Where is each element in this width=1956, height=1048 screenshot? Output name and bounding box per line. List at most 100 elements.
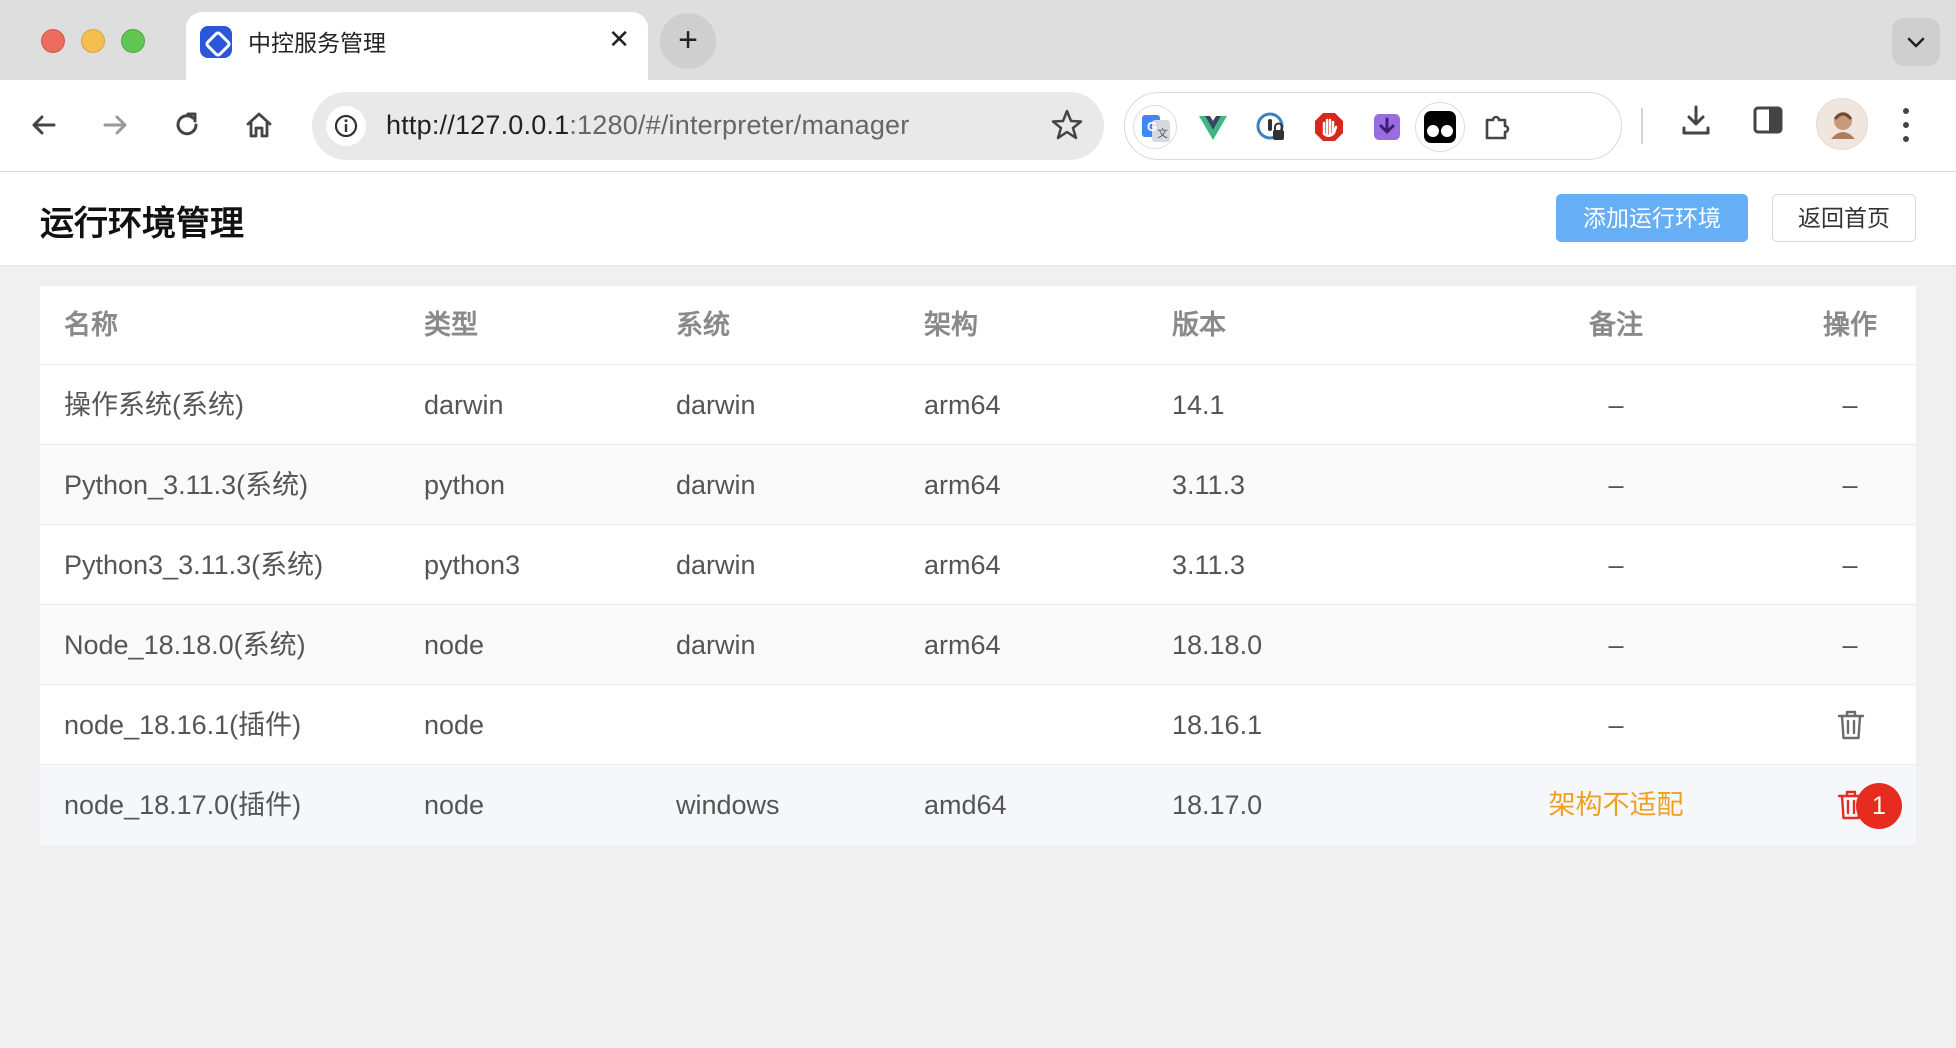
extensions-button[interactable] [1475, 105, 1519, 149]
cell-arch: arm64 [924, 390, 1001, 420]
runtime-table: 名称 类型 系统 架构 版本 备注 操作 操作系统(系统) darwin dar… [40, 286, 1916, 845]
forward-arrow-icon [103, 115, 127, 135]
column-header-actions: 操作 [1823, 310, 1877, 340]
browser-tab-active[interactable]: 中控服务管理 ✕ [186, 12, 648, 82]
cell-arch: amd64 [924, 790, 1007, 820]
cell-type: node [424, 790, 485, 820]
cell-arch: arm64 [924, 630, 1001, 660]
cell-note: – [1608, 710, 1624, 740]
url-host: http://127.0.0.1 [386, 110, 570, 140]
tab-search-button[interactable] [1892, 18, 1940, 66]
column-header-name: 名称 [64, 310, 118, 340]
svg-text:G: G [1147, 119, 1157, 134]
browser-toolbar: http://127.0.0.1:1280/#/interpreter/mana… [0, 80, 1956, 172]
cell-version: 18.18.0 [1172, 630, 1263, 660]
table-row: node_18.17.0(插件) node windows amd64 18.1… [40, 765, 1916, 845]
cell-actions: – [1842, 630, 1858, 660]
new-tab-button[interactable]: + [660, 13, 716, 69]
reload-button[interactable] [164, 102, 210, 148]
tab-title: 中控服务管理 [248, 30, 386, 56]
chevron-down-icon [1907, 37, 1925, 48]
downloader-extension[interactable] [1365, 105, 1409, 149]
table-row: node_18.16.1(插件) node 18.16.1 – [40, 685, 1916, 765]
window-minimize-button[interactable] [81, 29, 105, 53]
cell-arch: arm64 [924, 550, 1001, 580]
cell-system: darwin [676, 470, 756, 500]
cell-type: python [424, 470, 506, 500]
column-header-version: 版本 [1172, 310, 1226, 340]
cell-name: node_18.17.0(插件) [64, 790, 302, 820]
window-zoom-button[interactable] [121, 29, 145, 53]
column-header-type: 类型 [424, 310, 478, 340]
side-panel-icon[interactable] [1750, 102, 1786, 138]
cell-version: 18.16.1 [1172, 710, 1263, 740]
avatar-illustration-icon [1831, 112, 1855, 139]
password-manager-extension[interactable] [1249, 105, 1293, 149]
cell-actions: – [1842, 390, 1858, 420]
cell-name: Node_18.18.0(系统) [64, 630, 306, 660]
cell-note-warning: 架构不适配 [1548, 790, 1684, 820]
cell-actions: – [1842, 550, 1858, 580]
cell-version: 3.11.3 [1172, 550, 1246, 580]
star-icon[interactable] [1050, 108, 1084, 142]
url-text: http://127.0.0.1:1280/#/interpreter/mana… [386, 110, 909, 141]
table-row: Python_3.11.3(系统) python darwin arm64 3.… [40, 445, 1916, 525]
cell-version: 18.17.0 [1172, 790, 1263, 820]
cell-type: node [424, 710, 485, 740]
cell-system: windows [676, 790, 780, 820]
address-bar[interactable]: http://127.0.0.1:1280/#/interpreter/mana… [312, 92, 1104, 160]
svg-text:文: 文 [1157, 126, 1168, 140]
table-row: Python3_3.11.3(系统) python3 darwin arm64 … [40, 525, 1916, 605]
cell-actions: – [1842, 470, 1858, 500]
google-translate-icon: G 文 [1142, 115, 1170, 142]
browser-tab-strip: 中控服务管理 ✕ + [0, 0, 1956, 82]
cell-system: darwin [676, 390, 756, 420]
google-translate-extension[interactable]: G 文 [1133, 105, 1177, 149]
home-button[interactable] [236, 102, 282, 148]
extensions-puzzle-icon [1485, 115, 1510, 140]
password-manager-icon [1256, 112, 1284, 140]
forward-button[interactable] [92, 102, 138, 148]
cell-version: 14.1 [1172, 390, 1225, 420]
back-home-button[interactable]: 返回首页 [1772, 194, 1916, 242]
cell-note: – [1608, 630, 1624, 660]
add-runtime-button[interactable]: 添加运行环境 [1556, 194, 1748, 242]
column-header-system: 系统 [676, 310, 730, 340]
back-button[interactable] [21, 102, 67, 148]
url-path: :1280/#/interpreter/manager [569, 110, 910, 140]
tab-favicon-icon [200, 26, 232, 58]
cell-note: – [1608, 390, 1624, 420]
cell-system: darwin [676, 550, 756, 580]
cell-name: Python_3.11.3(系统) [64, 470, 309, 500]
page-title: 运行环境管理 [40, 205, 244, 243]
menu-kebab-icon[interactable] [1900, 104, 1912, 148]
tab-close-icon[interactable]: ✕ [608, 26, 630, 52]
tampermonkey-icon [1424, 111, 1456, 143]
cell-system: darwin [676, 630, 756, 660]
cell-note: – [1608, 550, 1624, 580]
info-icon [334, 114, 358, 138]
column-header-note: 备注 [1589, 310, 1643, 340]
toolbar-separator [1641, 108, 1643, 144]
page-header: 运行环境管理 添加运行环境 返回首页 [0, 172, 1956, 266]
site-info-button[interactable] [326, 106, 366, 146]
downloader-icon [1374, 114, 1400, 140]
download-icon[interactable] [1678, 102, 1714, 138]
reload-icon [176, 112, 198, 136]
cell-type: python3 [424, 550, 521, 580]
cell-version: 3.11.3 [1172, 470, 1246, 500]
adblock-extension[interactable] [1307, 105, 1351, 149]
trash-icon[interactable] [1837, 709, 1865, 741]
tampermonkey-extension[interactable] [1415, 102, 1465, 152]
step-badge: 1 [1856, 783, 1902, 829]
window-close-button[interactable] [41, 29, 65, 53]
cell-type: node [424, 630, 485, 660]
cell-actions [1800, 685, 1900, 764]
profile-avatar[interactable] [1816, 98, 1868, 150]
cell-note: – [1608, 470, 1624, 500]
vue-devtools-icon [1199, 116, 1227, 140]
vue-devtools-extension[interactable] [1191, 105, 1235, 149]
back-arrow-icon [32, 115, 56, 135]
cell-type: darwin [424, 390, 504, 420]
extensions-group: G 文 [1124, 92, 1622, 160]
